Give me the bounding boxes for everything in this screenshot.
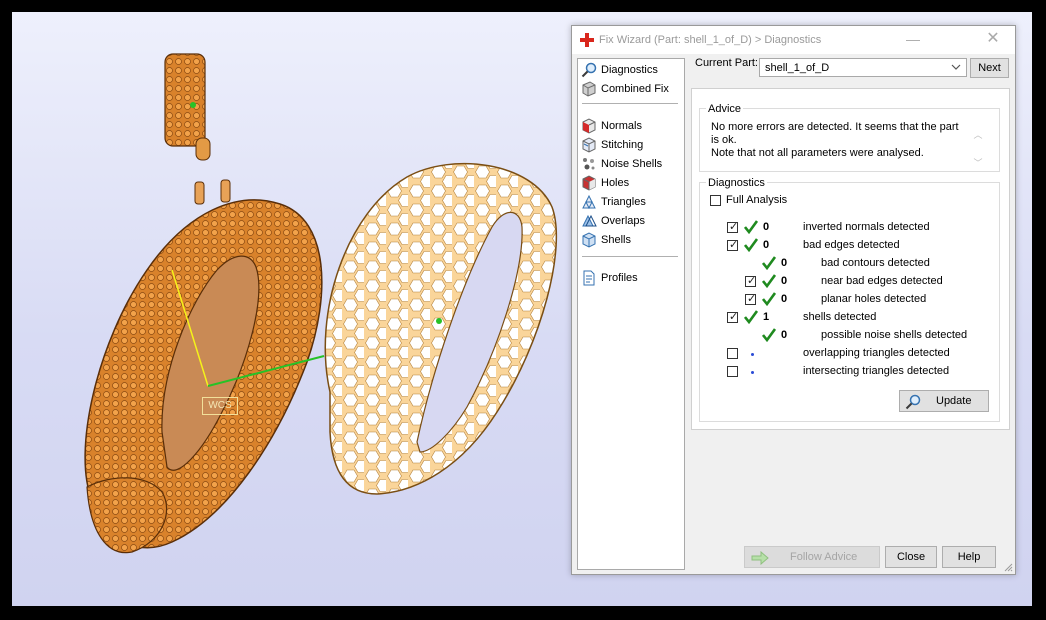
green-check-icon [762,328,776,342]
green-check-icon [762,256,776,270]
current-part-select[interactable]: shell_1_of_D [759,58,967,77]
diagnostic-checkbox[interactable] [727,348,738,359]
diagnostic-checkbox[interactable]: ✓ [727,239,739,251]
diagnostic-label: bad contours detected [821,257,930,269]
bail-piece [164,53,211,161]
nav-item-normals[interactable]: Normals [581,117,642,135]
diagnostic-checkbox[interactable]: ✓ [745,293,757,305]
close-button[interactable]: Close [885,546,937,568]
diagnostic-label: near bad edges detected [821,275,943,287]
checkmark-icon: ✓ [729,311,739,323]
diagnostic-count: 1 [763,311,770,323]
close-window-button[interactable]: ✕ [982,29,1004,49]
advice-text: No more errors are detected. It seems th… [711,121,959,159]
scroll-up-icon[interactable]: ︿ [970,121,986,149]
fix-wizard-dialog: Fix Wizard (Part: shell_1_of_D) > Diagno… [571,25,1016,575]
advice-scrollbar[interactable]: ︿ ﹀ [970,121,986,177]
red-cross-app-icon [580,33,594,47]
diagnostic-label: inverted normals detected [803,221,930,233]
diagnostics-group-title: Diagnostics [706,177,767,189]
next-button[interactable]: Next [970,58,1009,78]
magnifier-icon [581,62,597,78]
green-check-icon [762,292,776,306]
magnifier-icon [905,394,921,410]
normals-cube-icon [582,118,596,134]
nav-item-profiles[interactable]: Profiles [581,269,638,287]
dialog-title: Fix Wizard (Part: shell_1_of_D) > Diagno… [599,34,822,46]
diagnostic-label: possible noise shells detected [821,329,968,341]
dialog-titlebar[interactable]: Fix Wizard (Part: shell_1_of_D) > Diagno… [572,26,1015,54]
diagnostic-checkbox[interactable]: ✓ [727,311,739,323]
profiles-doc-icon [583,270,595,286]
shells-icon [582,232,596,248]
diagnostic-label: shells detected [803,311,877,323]
wcs-axis-label: WCS [202,397,238,415]
pending-status-icon [751,371,754,374]
diagnostic-count: 0 [781,275,788,287]
nav-item-diagnostics[interactable]: Diagnostics [581,61,658,79]
holes-cube-icon [582,175,596,191]
update-button[interactable]: Update [899,390,989,412]
green-arrow-icon [751,551,769,565]
nav-item-overlaps[interactable]: Overlaps [581,212,645,230]
scroll-down-icon[interactable]: ﹀ [970,149,986,177]
diagnostic-count: 0 [781,257,788,269]
nav-item-shells[interactable]: Shells [581,231,631,249]
wizard-navigation-panel: Diagnostics Combined Fix Normals Stitchi… [577,58,685,570]
nav-item-combined-fix[interactable]: Combined Fix [581,80,669,98]
nav-divider [582,256,678,257]
stitching-cube-icon [582,137,596,153]
checkmark-icon: ✓ [747,293,757,305]
resize-grip-icon[interactable] [1003,562,1013,572]
diagnostic-count: 0 [781,293,788,305]
nav-divider [582,103,678,104]
honeycomb-letter-d [324,162,558,495]
update-label: Update [936,395,972,407]
follow-advice-button[interactable]: Follow Advice [744,546,880,568]
diagnostic-label: planar holes detected [821,293,927,305]
nav-item-stitching[interactable]: Stitching [581,136,643,154]
checkmark-icon: ✓ [729,221,739,233]
overlaps-icon [582,214,597,227]
help-button[interactable]: Help [942,546,996,568]
green-check-icon [744,310,758,324]
checkmark-icon: ✓ [747,275,757,287]
full-analysis-label: Full Analysis [726,194,788,206]
nav-item-triangles[interactable]: Triangles [581,193,646,211]
diagnostic-label: overlapping triangles detected [803,347,950,359]
minimize-button[interactable]: — [902,30,924,50]
green-check-icon [744,238,758,252]
noise-shells-icon [583,158,595,170]
nav-item-noise-shells[interactable]: Noise Shells [581,155,662,173]
pending-status-icon [751,353,754,356]
combined-fix-icon [582,81,596,97]
current-part-value: shell_1_of_D [765,62,830,74]
diagnostic-count: 0 [781,329,788,341]
diagnostic-count: 0 [763,239,770,251]
green-check-icon [762,274,776,288]
beaded-letter-d [84,179,325,554]
current-part-label: Current Part: [695,57,758,69]
diagnostic-count: 0 [763,221,770,233]
checkmark-icon: ✓ [729,239,739,251]
diagnostic-checkbox[interactable]: ✓ [745,275,757,287]
diagnostic-checkbox[interactable] [727,366,738,377]
nav-item-holes[interactable]: Holes [581,174,629,192]
green-check-icon [744,220,758,234]
full-analysis-checkbox[interactable] [710,195,721,206]
diagnostic-label: bad edges detected [803,239,900,251]
advice-group-title: Advice [706,103,744,115]
diagnostic-checkbox[interactable]: ✓ [727,221,739,233]
follow-advice-label: Follow Advice [790,551,858,563]
diagnostic-label: intersecting triangles detected [803,365,950,377]
triangles-icon [582,194,596,210]
chevron-down-icon [951,64,961,70]
